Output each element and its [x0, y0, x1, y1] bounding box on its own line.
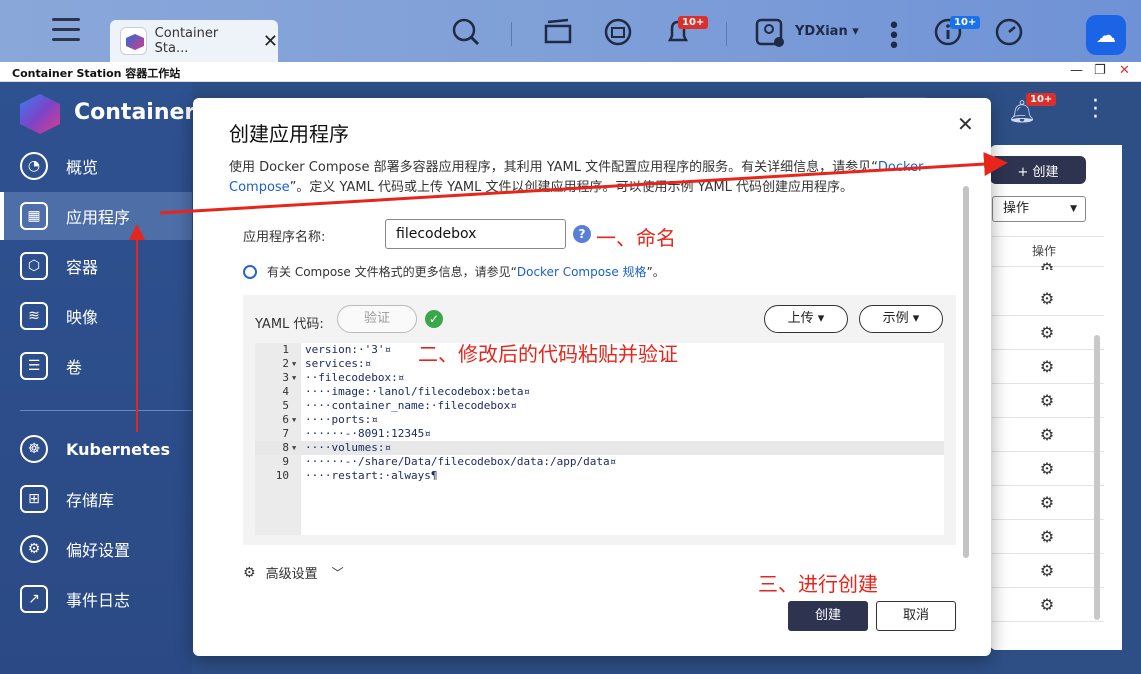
- sidebar-item-overview[interactable]: ◔ 概览: [0, 142, 192, 190]
- menu-icon[interactable]: [52, 18, 80, 44]
- create-app-button[interactable]: + 创建: [990, 156, 1086, 184]
- sidebar-item-images[interactable]: ≋ 映像: [0, 292, 192, 340]
- verify-button[interactable]: 验证: [337, 305, 417, 333]
- create-button[interactable]: 创建: [788, 601, 868, 631]
- sidebar-item-preferences[interactable]: ⚙ 偏好设置: [0, 525, 192, 573]
- maximize-icon[interactable]: ❐: [1094, 63, 1106, 78]
- app-name-label: 应用程序名称:: [243, 230, 326, 245]
- sidebar-item-event-log[interactable]: ↗ 事件日志: [0, 575, 192, 623]
- advanced-settings-toggle[interactable]: ⚙ 高级设置 ﹀: [243, 563, 344, 583]
- fold-arrow-icon: ▼: [292, 360, 297, 368]
- brand-logo-icon: [20, 94, 60, 134]
- dialog-close-icon[interactable]: ✕: [957, 112, 974, 136]
- dashboard-gauge-icon[interactable]: [993, 16, 1025, 48]
- row-gear-icon[interactable]: ⚙: [1038, 324, 1056, 342]
- close-icon[interactable]: ✕: [263, 31, 278, 52]
- app-tab[interactable]: Container Sta... ✕: [110, 20, 278, 62]
- notification-badge: 10+: [678, 16, 709, 29]
- fold-arrow-icon: ▼: [292, 416, 297, 424]
- minimize-icon[interactable]: —: [1070, 63, 1083, 78]
- app-notification-badge: 10+: [1026, 93, 1057, 106]
- sidebar-item-registry[interactable]: ⊞ 存储库: [0, 475, 192, 523]
- example-button[interactable]: 示例 ▾: [859, 305, 943, 333]
- sidebar-item-kubernetes[interactable]: ☸ Kubernetes: [0, 425, 192, 473]
- registry-blocks-icon: ⊞: [20, 485, 48, 513]
- yaml-label: YAML 代码:: [255, 317, 324, 332]
- code-line: 5 ····container_name:·filecodebox¤: [282, 399, 517, 412]
- layers-icon: ≋: [20, 302, 48, 330]
- help-icon[interactable]: ?: [573, 225, 591, 243]
- row-gear-icon[interactable]: ⚙: [1038, 392, 1056, 410]
- row-gear-icon[interactable]: ⚙: [1038, 494, 1056, 512]
- chart-log-icon: ↗: [20, 585, 48, 613]
- dialog-description: 使用 Docker Compose 部署多容器应用程序，其利用 YAML 文件配…: [229, 160, 924, 195]
- annotation-step3: 三、进行创建: [758, 572, 878, 596]
- taskbar: Container Sta... ✕ 10+ YDXian ▾ • • • 10+ …: [0, 0, 1141, 62]
- row-gear-icon[interactable]: ⚙: [1038, 426, 1056, 444]
- yaml-panel: YAML 代码: 验证 ✓ 上传 ▾ 示例 ▾ 1 version:·'3'¤ 2…: [243, 295, 956, 545]
- code-line: 7 ······-·8091:12345¤: [282, 427, 431, 440]
- code-line: 9 ······-·/share/Data/filecodebox/data:/a…: [282, 455, 617, 468]
- sidebar-item-applications[interactable]: ▦ 应用程序: [0, 192, 192, 240]
- row-gear-icon[interactable]: ⚙: [1038, 260, 1056, 270]
- helm-wheel-icon: ☸: [20, 435, 48, 463]
- check-icon: ✓: [425, 310, 443, 328]
- code-line-active: 8 ▼ ····volumes:¤: [255, 441, 944, 455]
- more-vertical-icon[interactable]: • • •: [878, 16, 910, 58]
- tab-title: Container Sta...: [154, 26, 219, 56]
- gear-icon: ⚙: [20, 535, 48, 563]
- sidebar: Container S ◔ 概览 ▦ 应用程序 ⬡ 容器 ≋ 映像 ☰ 卷 ☸ …: [0, 82, 219, 674]
- window-close-icon[interactable]: ✕: [1119, 63, 1130, 78]
- info-bulb-icon: [243, 264, 257, 279]
- code-line: 4 ····image:·lanol/filecodebox:beta¤: [282, 385, 531, 398]
- user-icon[interactable]: [754, 16, 786, 48]
- yaml-code-editor[interactable]: 1 version:·'3'¤ 2 ▼ services:¤ 3 ▼ ··filecode…: [255, 343, 944, 535]
- database-icon: ☰: [20, 352, 48, 380]
- cube-icon: ⬡: [20, 252, 48, 280]
- dialog-scrollbar[interactable]: [963, 186, 969, 558]
- code-line: 3 ▼ ··filecodebox:¤: [282, 371, 405, 384]
- window-titlebar: Container Station 容器工作站 — ❐ ✕: [0, 62, 1141, 82]
- search-icon[interactable]: [450, 16, 482, 48]
- code-line: 6 ▼ ····ports:¤: [282, 413, 378, 426]
- gear-icon: ⚙: [243, 564, 256, 581]
- compose-info-line: 有关 Compose 文件格式的更多信息，请参见“ Docker Compose …: [243, 263, 665, 280]
- sidebar-item-containers[interactable]: ⬡ 容器: [0, 242, 192, 290]
- list-scrollbar[interactable]: [1094, 335, 1100, 620]
- app-name-input[interactable]: [385, 219, 566, 249]
- compose-spec-link[interactable]: Docker Compose 规格: [517, 263, 647, 280]
- row-gear-icon[interactable]: ⚙: [1038, 460, 1056, 478]
- cancel-button[interactable]: 取消: [876, 601, 956, 631]
- app-more-icon[interactable]: · · ·: [1092, 91, 1099, 129]
- row-gear-icon[interactable]: ⚙: [1038, 528, 1056, 546]
- code-line: 10 ····restart:·always¶: [275, 469, 438, 482]
- fold-arrow-icon: ▼: [292, 374, 297, 382]
- annotation-step1: 一、命名: [596, 226, 676, 250]
- operation-column-header: 操作: [1032, 244, 1057, 258]
- row-gear-icon[interactable]: ⚙: [1038, 290, 1056, 308]
- user-name[interactable]: YDXian ▾: [795, 24, 859, 39]
- sidebar-divider: [20, 410, 192, 411]
- gauge-icon: ◔: [20, 152, 48, 180]
- annotation-step2: 二、修改后的代码粘贴并验证: [418, 342, 678, 366]
- row-gear-icon[interactable]: ⚙: [1038, 358, 1056, 376]
- grid-icon: ▦: [20, 202, 48, 230]
- media-icon[interactable]: [542, 16, 574, 48]
- info-badge: 10+: [950, 16, 981, 29]
- sync-icon[interactable]: [602, 16, 634, 48]
- row-gear-icon[interactable]: ⚙: [1038, 562, 1056, 580]
- window-title: Container Station 容器工作站: [12, 67, 181, 80]
- container-station-logo-icon: [120, 27, 147, 55]
- fold-arrow-icon: ▼: [292, 444, 297, 452]
- cloud-icon[interactable]: ☁: [1086, 15, 1126, 55]
- dialog-title: 创建应用程序: [229, 122, 349, 146]
- row-gear-icon[interactable]: ⚙: [1038, 596, 1056, 614]
- sidebar-item-volumes[interactable]: ☰ 卷: [0, 342, 192, 390]
- operation-select[interactable]: 操作: [992, 196, 1086, 222]
- chevron-down-icon: ﹀: [331, 566, 344, 580]
- upload-button[interactable]: 上传 ▾: [764, 305, 848, 333]
